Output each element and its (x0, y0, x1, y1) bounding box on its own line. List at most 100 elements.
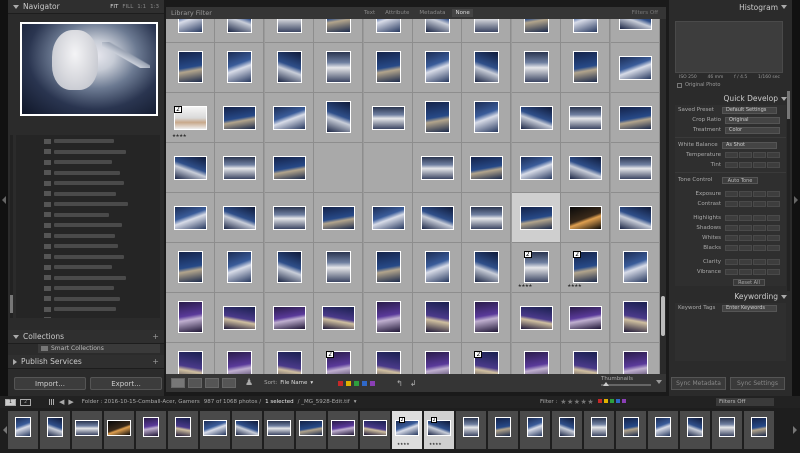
collections-header[interactable]: Collections + (8, 330, 164, 344)
grid-thumbnail[interactable] (511, 93, 561, 143)
grid-thumbnail[interactable] (314, 19, 364, 43)
filter-none[interactable]: None (452, 9, 473, 17)
clarity-increase-button[interactable] (753, 259, 766, 265)
grid-thumbnail[interactable] (413, 343, 462, 374)
grid-thumbnail[interactable] (462, 293, 512, 343)
grid-thumbnail[interactable] (561, 293, 611, 343)
stack-count-badge[interactable]: 2 (326, 351, 335, 358)
grid-thumbnail[interactable] (166, 293, 215, 343)
grid-thumbnail[interactable] (363, 243, 413, 293)
grid-thumbnail[interactable] (363, 143, 413, 193)
highlights-increase-large-button[interactable] (767, 215, 780, 221)
clarity-decrease-button[interactable] (739, 259, 752, 265)
grid-thumbnail[interactable] (511, 43, 561, 93)
grid-thumbnail[interactable] (166, 143, 215, 193)
whites-increase-button[interactable] (753, 235, 766, 241)
grid-thumbnail[interactable] (264, 243, 314, 293)
folder-item[interactable] (44, 263, 160, 272)
main-window-button[interactable]: 1 (5, 398, 16, 406)
grid-thumbnail[interactable] (610, 19, 660, 43)
grid-thumbnail[interactable] (166, 193, 215, 243)
rating-stars[interactable]: ★★★★ (567, 284, 582, 289)
filmstrip-thumbnail[interactable] (520, 411, 550, 449)
filter-text[interactable]: Text (361, 9, 378, 17)
vibrance-increase-large-button[interactable] (767, 269, 780, 275)
exposure-increase-large-button[interactable] (767, 191, 780, 197)
back-arrow-icon[interactable]: ◀ (59, 398, 64, 406)
navigator-header[interactable]: Navigator FIT FILL 1:1 1:3 (8, 0, 164, 14)
highlights-increase-button[interactable] (753, 215, 766, 221)
sort-chevron-icon[interactable]: ▾ (310, 380, 313, 386)
contrast-increase-button[interactable] (753, 201, 766, 207)
clarity-decrease-large-button[interactable] (725, 259, 738, 265)
temperature-decrease-button[interactable] (739, 152, 752, 158)
sort-dropdown[interactable]: File Name (280, 380, 307, 386)
grid-thumbnail[interactable]: 2 (314, 343, 364, 374)
grid-thumbnail[interactable] (413, 193, 462, 243)
folder-item[interactable] (44, 221, 160, 230)
vibrance-decrease-button[interactable] (739, 269, 752, 275)
folder-item[interactable] (44, 189, 160, 198)
white-balance-dropdown[interactable]: As Shot (722, 141, 777, 149)
grid-thumbnail[interactable] (363, 343, 413, 374)
shadows-decrease-button[interactable] (739, 225, 752, 231)
grid-thumbnail[interactable] (314, 143, 364, 193)
grid-thumbnail[interactable] (561, 143, 611, 193)
left-panel-scrollbar[interactable] (10, 135, 13, 318)
blacks-increase-large-button[interactable] (767, 245, 780, 251)
original-photo-toggle[interactable]: Original Photo (669, 80, 792, 88)
grid-thumbnail[interactable] (215, 193, 265, 243)
grid-thumbnail[interactable] (610, 243, 660, 293)
grid-thumbnail[interactable] (166, 243, 215, 293)
grid-thumbnail[interactable] (511, 19, 561, 43)
folder-item[interactable] (44, 273, 160, 282)
reset-all-button[interactable]: Reset All (733, 279, 765, 286)
grid-thumbnail[interactable] (363, 43, 413, 93)
filmstrip-thumbnail[interactable] (168, 411, 198, 449)
filmstrip-thumbnail[interactable] (360, 411, 390, 449)
rating-stars[interactable]: ★★★★ (518, 284, 533, 289)
grid-thumbnail[interactable] (314, 293, 364, 343)
filmstrip-thumbnail[interactable] (200, 411, 230, 449)
folder-item[interactable] (44, 179, 160, 188)
add-collection-icon[interactable]: + (152, 332, 159, 341)
filmstrip[interactable]: 2 ★★★★ 2 ★★★★ (0, 408, 800, 453)
color-filter-yellow[interactable] (604, 399, 609, 403)
exposure-increase-button[interactable] (753, 191, 766, 197)
grid-thumbnail[interactable] (561, 343, 611, 374)
stack-count-badge[interactable]: 2 (523, 251, 532, 258)
blacks-decrease-large-button[interactable] (725, 245, 738, 251)
keywording-header[interactable]: Keywording (669, 290, 792, 303)
temperature-decrease-large-button[interactable] (725, 152, 738, 158)
folder-item[interactable] (44, 315, 160, 318)
grid-thumbnail[interactable] (314, 43, 364, 93)
whites-decrease-button[interactable] (739, 235, 752, 241)
grid-thumbnail[interactable] (462, 143, 512, 193)
grid-thumbnail[interactable] (215, 43, 265, 93)
grid-thumbnail[interactable] (363, 293, 413, 343)
folder-item[interactable] (44, 231, 160, 240)
grid-thumbnail[interactable] (610, 193, 660, 243)
left-panel-toggle[interactable] (0, 0, 8, 396)
grid-thumbnail[interactable] (215, 293, 265, 343)
temperature-increase-button[interactable] (753, 152, 766, 158)
right-panel-toggle[interactable] (792, 0, 800, 396)
stack-count-badge[interactable]: 2 (431, 417, 437, 423)
highlights-decrease-button[interactable] (739, 215, 752, 221)
tint-increase-button[interactable] (753, 162, 766, 168)
filmstrip-thumbnail[interactable]: 2 ★★★★ (392, 411, 422, 449)
grid-thumbnail[interactable] (166, 19, 215, 43)
tint-decrease-button[interactable] (739, 162, 752, 168)
rating-filter[interactable]: ★★★★★ (560, 398, 594, 406)
grid-thumbnail[interactable] (511, 293, 561, 343)
grid-thumbnail[interactable]: 2 (462, 343, 512, 374)
tint-decrease-large-button[interactable] (725, 162, 738, 168)
grid-thumbnail[interactable] (610, 93, 660, 143)
sync-metadata-button[interactable]: Sync Metadata (671, 377, 726, 390)
import-button[interactable]: Import... (14, 377, 86, 390)
forward-arrow-icon[interactable]: ▶ (68, 398, 73, 406)
auto-tone-button[interactable]: Auto Tone (722, 176, 758, 184)
folder-item[interactable] (44, 168, 160, 177)
folder-item[interactable] (44, 210, 160, 219)
blacks-increase-button[interactable] (753, 245, 766, 251)
